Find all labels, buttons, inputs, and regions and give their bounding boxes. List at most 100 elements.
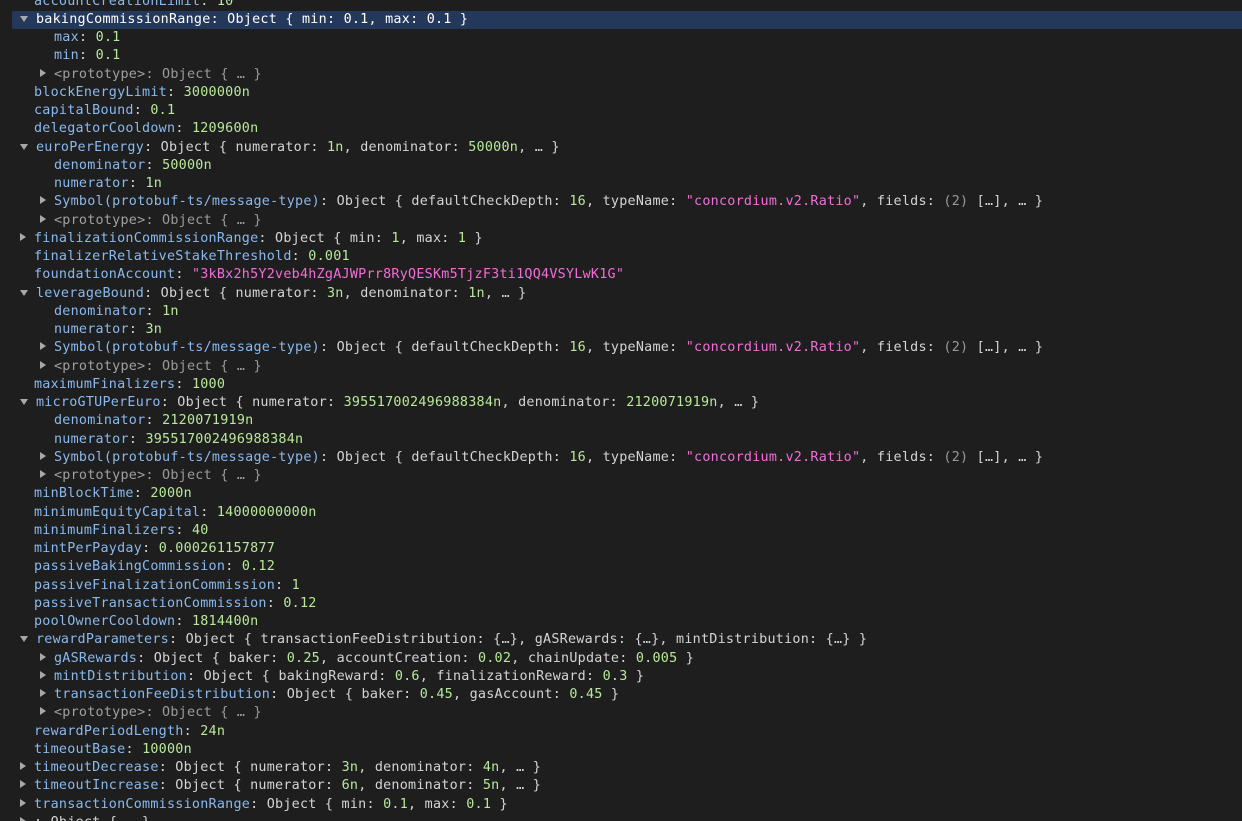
punctuation: , [320, 650, 337, 666]
collapsed-triangle-icon[interactable] [40, 689, 46, 697]
number-value: 0.1 [383, 796, 409, 812]
punctuation: : [552, 194, 570, 210]
number-value: 3n [145, 322, 163, 337]
tree-row[interactable]: <prototype>: Object { … } [12, 467, 1242, 485]
punctuation: : [374, 230, 392, 246]
tree-row[interactable]: finalizationCommissionRange: Object { mi… [12, 230, 1242, 248]
tree-row[interactable]: leverageBound: Object { numerator: 3n, d… [12, 285, 1242, 303]
tree-row: numerator: 3n [12, 321, 1242, 339]
number-value: 0.1 [343, 11, 369, 27]
collapsed-triangle-icon[interactable] [40, 451, 46, 460]
tree-row[interactable]: : Object { … } [12, 814, 1242, 821]
tree-row[interactable]: rewardParameters: Object { transactionFe… [12, 631, 1242, 649]
collapsed-triangle-icon[interactable] [40, 196, 46, 205]
collapsed-triangle-icon[interactable] [40, 670, 46, 679]
number-value: 0.45 [569, 687, 603, 702]
punctuation: : [128, 431, 146, 447]
property-key: accountCreationLimit [34, 0, 201, 9]
punctuation: : [145, 413, 163, 429]
collapsed-triangle-icon[interactable] [20, 762, 26, 770]
collapsed-triangle-icon[interactable] [20, 798, 26, 807]
collapsed-triangle-icon[interactable] [20, 232, 26, 241]
number-value: 0.1 [466, 796, 492, 812]
preview-key: fields [876, 449, 927, 465]
tree-row[interactable]: timeoutIncrease: Object { numerator: 6n,… [12, 777, 1242, 795]
tree-row[interactable]: <prototype>: Object { … } [12, 212, 1242, 230]
preview-key: baker [361, 687, 404, 702]
tree-row[interactable]: mintDistribution: Object { bakingReward:… [12, 668, 1242, 686]
tree-row[interactable]: Symbol(protobuf-ts/message-type): Object… [12, 449, 1242, 467]
tree-row[interactable]: <prototype>: Object { … } [12, 358, 1242, 376]
collapsed-triangle-icon[interactable] [40, 68, 46, 77]
punctuation: : [78, 30, 96, 45]
tree-row: foundationAccount: "3kBx2h5Y2veb4hZgAJWP… [12, 266, 1242, 284]
tree-row: passiveBakingCommission: 0.12 [12, 558, 1242, 576]
preview-key: typeName [602, 449, 670, 465]
expanded-triangle-icon[interactable] [20, 15, 28, 22]
punctuation: : [270, 650, 287, 666]
punctuation: : [552, 340, 570, 356]
collapsed-triangle-icon[interactable] [40, 360, 46, 369]
tree-row[interactable]: transactionCommissionRange: Object { min… [12, 796, 1242, 814]
collapsed-triangle-icon[interactable] [20, 780, 26, 789]
expanded-triangle-icon[interactable] [20, 399, 28, 405]
tree-row: denominator: 50000n [12, 157, 1242, 175]
preview-key: chainUpdate [527, 650, 620, 666]
property-key: Symbol(protobuf-ts/message-type) [54, 194, 320, 210]
collapsed-triangle-icon[interactable] [20, 816, 26, 821]
punctuation: , [860, 340, 877, 356]
number-value: 395517002496988384n [343, 395, 502, 410]
tree-row[interactable]: gASRewards: Object { baker: 0.25, accoun… [12, 650, 1242, 668]
property-key: numerator [54, 176, 129, 191]
punctuation: , [408, 796, 425, 812]
tree-row: numerator: 395517002496988384n [12, 431, 1242, 449]
tree-row: passiveTransactionCommission: 0.12 [12, 595, 1242, 613]
muted-text: (2) [943, 194, 969, 210]
tree-row[interactable]: <prototype>: Object { … } [12, 66, 1242, 84]
collapsed-triangle-icon[interactable] [40, 470, 46, 478]
number-value: 1814400n [191, 614, 259, 629]
punctuation: : [552, 449, 570, 465]
tree-row[interactable]: euroPerEnergy: Object { numerator: 1n, d… [12, 139, 1242, 157]
punctuation: : Object { … } [34, 815, 150, 821]
tree-row: timeoutBase: 10000n [12, 741, 1242, 759]
preview-key: max [416, 230, 442, 246]
tree-row[interactable]: <prototype>: Object { … } [12, 704, 1242, 722]
punctuation: : {…} } [809, 632, 868, 648]
collapsed-triangle-icon[interactable] [40, 214, 46, 223]
tree-row[interactable]: microGTUPerEuro: Object { numerator: 395… [12, 394, 1242, 412]
punctuation: […], … } [968, 449, 1044, 465]
tree-row: denominator: 2120071919n [12, 412, 1242, 430]
number-value: 395517002496988384n [145, 431, 304, 447]
number-value: 1 [391, 230, 400, 246]
property-key: foundationAccount [34, 267, 176, 283]
number-value: 6n [341, 778, 359, 794]
tree-row[interactable]: Symbol(protobuf-ts/message-type): Object… [12, 339, 1242, 357]
number-value: 40 [191, 522, 209, 538]
punctuation: : Object { [160, 395, 253, 410]
punctuation: : [291, 249, 309, 264]
punctuation: : Object { [144, 139, 236, 155]
tree-row[interactable]: transactionFeeDistribution: Object { bak… [12, 686, 1242, 704]
punctuation: : [275, 577, 292, 593]
expanded-triangle-icon[interactable] [20, 636, 28, 643]
tree-row-selected[interactable]: bakingCommissionRange: Object { min: 0.1… [12, 10, 1242, 29]
number-value: 50000n [468, 139, 519, 155]
punctuation: : [175, 522, 192, 538]
punctuation: } [451, 11, 469, 27]
muted-text: (2) [943, 449, 969, 465]
tree-row[interactable]: Symbol(protobuf-ts/message-type): Object… [12, 193, 1242, 211]
collapsed-triangle-icon[interactable] [40, 342, 46, 351]
punctuation: : [378, 668, 395, 684]
number-value: 0.1 [95, 30, 121, 45]
string-value: "concordium.v2.Ratio" [685, 194, 861, 210]
tree-row[interactable]: timeoutDecrease: Object { numerator: 3n,… [12, 759, 1242, 777]
punctuation: : [669, 340, 686, 356]
collapsed-triangle-icon[interactable] [40, 652, 46, 661]
expanded-triangle-icon[interactable] [20, 143, 28, 150]
expanded-triangle-icon[interactable] [20, 289, 28, 296]
punctuation: , [501, 395, 519, 410]
number-value: 10 [216, 0, 234, 9]
collapsed-triangle-icon[interactable] [40, 707, 46, 716]
punctuation: , … } [518, 139, 560, 155]
